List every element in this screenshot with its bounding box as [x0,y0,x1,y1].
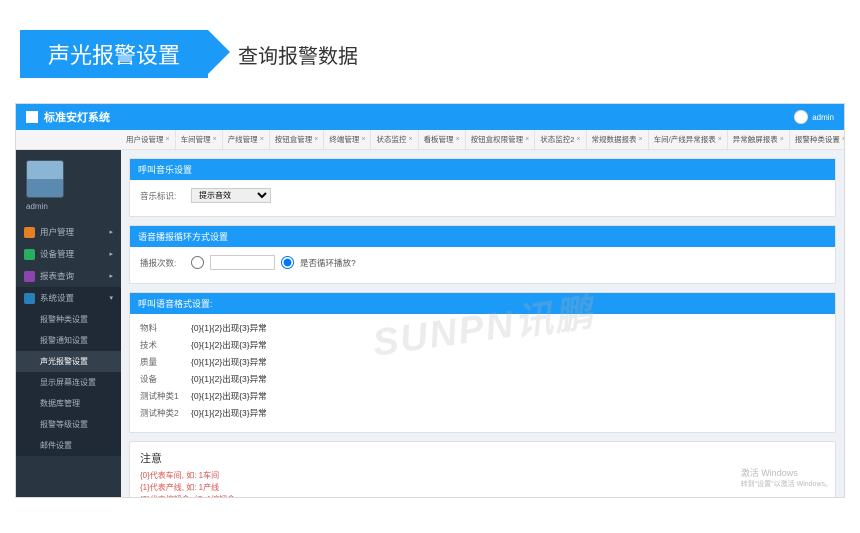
submenu-item-2[interactable]: 声光报警设置 [16,351,121,372]
submenu-item-4[interactable]: 数据库管理 [16,393,121,414]
profile-avatar-icon [26,160,64,198]
top-bar: 标准安灯系统 admin [16,104,844,130]
panel-loop-header: 语音播报循环方式设置 [130,226,835,247]
close-icon[interactable]: × [166,136,170,143]
tab-7[interactable]: 按钮盒权限管理× [466,130,536,149]
sidebar: admin 用户管理▸设备管理▸报表查询▸系统设置▾报警种类设置报警通知设置声光… [16,150,121,497]
close-icon[interactable]: × [314,136,318,143]
tab-2[interactable]: 产线管理× [223,130,270,149]
close-icon[interactable]: × [361,136,365,143]
music-select[interactable]: 提示音效 [191,188,271,203]
panel-voice-header: 呼叫语音格式设置: [130,293,835,314]
tab-11[interactable]: 异常触屏报表× [728,130,790,149]
tab-12[interactable]: 报警种类设置× [790,130,844,149]
menu-item-3[interactable]: 系统设置▾ [16,287,121,309]
windows-activation: 激活 Windows 转到"设置"以激活 Windows。 [741,468,832,489]
voice-key-1: 技术 [140,339,185,351]
close-icon[interactable]: × [456,136,460,143]
profile-block: admin [16,150,121,221]
panel-notice: 注意 {0}代表车间, 如: 1车间{1}代表产线, 如: 1产线{2}代表按钮… [129,441,836,497]
menu-item-0[interactable]: 用户管理▸ [16,221,121,243]
close-icon[interactable]: × [260,136,264,143]
voice-key-3: 设备 [140,373,185,385]
tab-1[interactable]: 车间管理× [176,130,223,149]
voice-key-2: 质量 [140,356,185,368]
close-icon[interactable]: × [213,136,217,143]
voice-val-1: {0}{1}{2}出现{3}异常 [191,339,267,351]
profile-name: admin [26,202,111,211]
brand-text: 标准安灯系统 [44,109,110,125]
avatar-icon [794,110,808,124]
notice-line-2: {2}代表按钮盒, 如: 1按钮盒 [140,494,825,497]
chevron-icon: ▸ [109,228,113,236]
tab-10[interactable]: 车间/产线异常报表× [649,130,728,149]
submenu-item-0[interactable]: 报警种类设置 [16,309,121,330]
brand-icon [26,111,38,123]
page-title-banner: 声光报警设置 [20,30,208,78]
loop-radio-loop[interactable] [281,256,294,269]
loop-loop-label: 是否循环播放? [300,257,356,269]
loop-radio-count[interactable] [191,256,204,269]
brand: 标准安灯系统 [26,109,110,125]
notice-line-0: {0}代表车间, 如: 1车间 [140,470,825,482]
tab-8[interactable]: 状态监控2× [535,130,586,149]
tab-strip: 用户设管理×车间管理×产线管理×按钮盒管理×终端管理×状态监控×看板管理×按钮盒… [16,130,844,150]
page-subtitle: 查询报警数据 [238,40,358,69]
voice-key-4: 测试种类1 [140,390,185,402]
menu-icon [24,271,35,282]
tab-5[interactable]: 状态监控× [371,130,418,149]
loop-label: 播报次数: [140,257,185,269]
panel-music: 呼叫音乐设置 音乐标识: 提示音效 [129,158,836,217]
tab-0[interactable]: 用户设管理× [121,130,176,149]
submenu-item-1[interactable]: 报警通知设置 [16,330,121,351]
submenu-item-3[interactable]: 显示屏幕连设置 [16,372,121,393]
tab-4[interactable]: 终端管理× [324,130,371,149]
submenu-item-5[interactable]: 报警等级设置 [16,414,121,435]
close-icon[interactable]: × [576,136,580,143]
menu-item-2[interactable]: 报表查询▸ [16,265,121,287]
menu-item-1[interactable]: 设备管理▸ [16,243,121,265]
user-menu[interactable]: admin [794,110,834,124]
close-icon[interactable]: × [842,136,844,143]
close-icon[interactable]: × [525,136,529,143]
menu-icon [24,227,35,238]
voice-val-5: {0}{1}{2}出现{3}异常 [191,407,267,419]
music-label: 音乐标识: [140,190,185,202]
menu-icon [24,249,35,260]
content-area: 呼叫音乐设置 音乐标识: 提示音效 语音播报循环方式设置 播报次数: [121,150,844,497]
voice-key-0: 物料 [140,322,185,334]
panel-music-header: 呼叫音乐设置 [130,159,835,180]
voice-val-3: {0}{1}{2}出现{3}异常 [191,373,267,385]
chevron-icon: ▸ [109,250,113,258]
menu-icon [24,293,35,304]
close-icon[interactable]: × [718,136,722,143]
notice-title: 注意 [140,450,825,466]
voice-val-4: {0}{1}{2}出现{3}异常 [191,390,267,402]
submenu-item-6[interactable]: 邮件设置 [16,435,121,456]
tab-6[interactable]: 看板管理× [419,130,466,149]
user-name: admin [812,113,834,122]
close-icon[interactable]: × [408,136,412,143]
chevron-icon: ▸ [109,272,113,280]
chevron-icon: ▾ [109,294,113,302]
voice-val-2: {0}{1}{2}出现{3}异常 [191,356,267,368]
voice-key-5: 测试种类2 [140,407,185,419]
tab-3[interactable]: 按钮盒管理× [270,130,325,149]
panel-voice: 呼叫语音格式设置: 物料{0}{1}{2}出现{3}异常技术{0}{1}{2}出… [129,292,836,433]
loop-count-input[interactable] [210,255,275,270]
close-icon[interactable]: × [639,136,643,143]
tab-9[interactable]: 常规数据报表× [587,130,649,149]
voice-val-0: {0}{1}{2}出现{3}异常 [191,322,267,334]
close-icon[interactable]: × [780,136,784,143]
notice-line-1: {1}代表产线, 如: 1产线 [140,482,825,494]
panel-loop: 语音播报循环方式设置 播报次数: 是否循环播放? [129,225,836,284]
app-window: 标准安灯系统 admin 用户设管理×车间管理×产线管理×按钮盒管理×终端管理×… [15,103,845,498]
